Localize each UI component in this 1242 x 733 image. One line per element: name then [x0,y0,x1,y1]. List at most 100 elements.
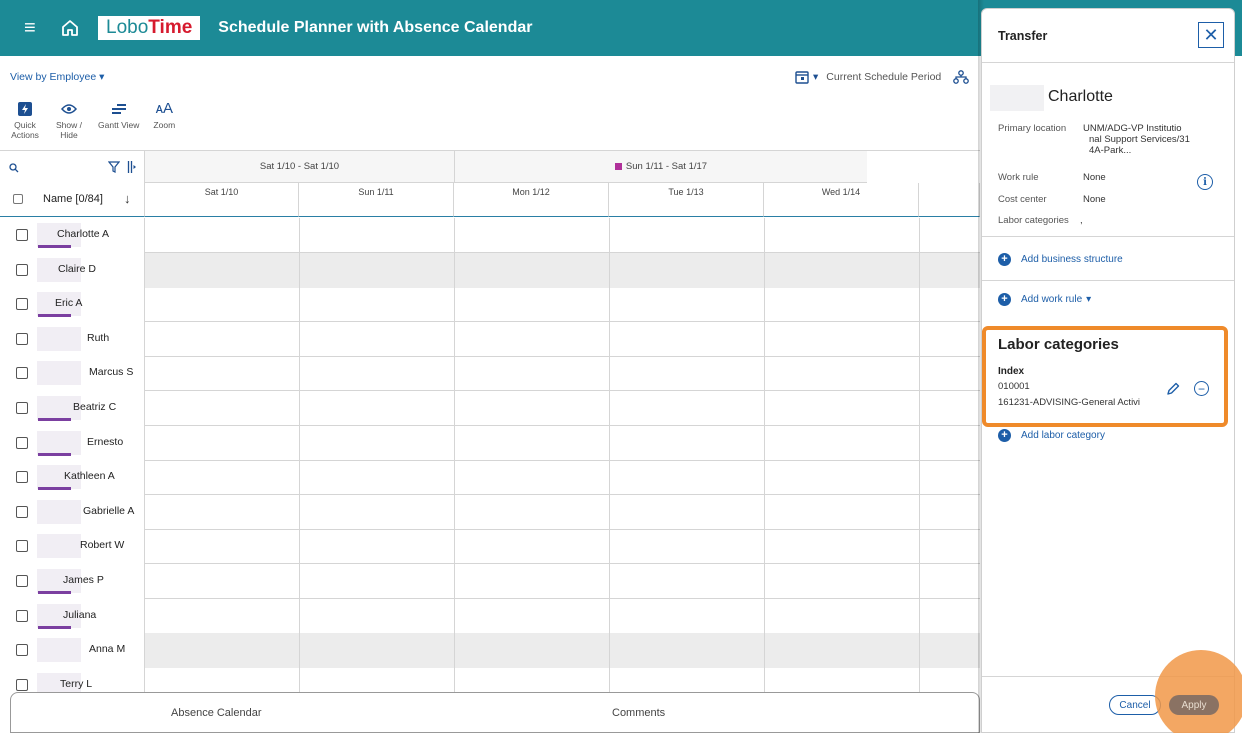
employee-cell[interactable]: Marcus S [0,356,145,392]
employee-name[interactable]: Ernesto [87,436,123,448]
schedule-cells[interactable] [145,564,980,599]
add-labor-category-button[interactable]: + Add labor category [998,429,1105,442]
employee-name[interactable]: Terry L [60,678,92,690]
sort-arrow-icon[interactable]: ↓ [124,191,131,206]
apply-button[interactable]: Apply [1169,695,1219,715]
row-checkbox[interactable] [16,332,28,345]
employee-name[interactable]: Gabrielle A [83,505,134,517]
cancel-button[interactable]: Cancel [1109,695,1161,715]
row-checkbox[interactable] [16,436,28,449]
employee-cell[interactable]: Kathleen A [0,460,145,496]
employee-name[interactable]: Beatriz C [73,401,116,413]
employee-cell[interactable]: James P [0,564,145,599]
row-checkbox[interactable] [16,644,28,657]
employee-name[interactable]: Robert W [80,539,124,551]
employee-cell[interactable]: Robert W [0,529,145,565]
row-checkbox[interactable] [16,263,28,276]
schedule-cells[interactable] [145,218,980,253]
name-column-header[interactable]: Name [0/84] [43,193,103,205]
add-work-rule-button[interactable]: + Add work rule ▾ [998,293,1091,306]
row-checkbox[interactable] [16,575,28,587]
row-checkbox[interactable] [16,609,28,622]
employee-cell[interactable]: Charlotte A [0,218,145,253]
employee-name[interactable]: Eric A [55,297,82,309]
info-icon[interactable]: i [1197,174,1213,190]
select-all-checkbox[interactable] [13,194,23,204]
employee-cell[interactable]: Eric A [0,287,145,323]
employee-name[interactable]: Ruth [87,332,109,344]
index-value: 010001 [998,381,1030,392]
table-row[interactable]: Kathleen A [0,460,980,496]
table-row[interactable]: Anna M [0,633,980,669]
employee-name[interactable]: Marcus S [89,366,133,378]
grid-line [454,460,455,496]
filter-icon[interactable] [108,161,120,173]
home-icon[interactable] [60,18,80,38]
schedule-cells[interactable] [145,321,980,357]
tab-comments[interactable]: Comments [612,707,665,719]
table-row[interactable]: Claire D [0,252,980,288]
table-row[interactable]: Terry L [0,667,980,695]
row-checkbox[interactable] [16,229,28,241]
row-checkbox[interactable] [16,540,28,553]
employee-name[interactable]: Charlotte A [57,228,109,240]
schedule-cells[interactable] [145,598,980,634]
schedule-cells[interactable] [145,667,980,695]
employee-cell[interactable]: Ruth [0,321,145,357]
employee-cell[interactable]: Juliana [0,598,145,634]
grid-line [919,598,920,634]
row-checkbox[interactable] [16,505,28,518]
schedule-cells[interactable] [145,391,980,426]
table-row[interactable]: Ernesto [0,425,980,461]
remove-icon[interactable]: − [1194,381,1209,396]
row-checkbox[interactable] [16,402,28,414]
schedule-cells[interactable] [145,425,980,461]
table-row[interactable]: Marcus S [0,356,980,392]
gantt-view-button[interactable]: Gantt View [98,100,139,140]
zoom-button[interactable]: ᴀA Zoom [153,100,175,140]
hierarchy-icon[interactable] [953,70,970,84]
employee-name[interactable]: Anna M [89,643,125,655]
table-row[interactable]: Juliana [0,598,980,634]
row-checkbox[interactable] [16,471,28,484]
schedule-cells[interactable] [145,529,980,565]
schedule-period-selector[interactable]: ▾ Current Schedule Period [795,70,970,84]
schedule-cells[interactable] [145,356,980,392]
table-row[interactable]: Charlotte A [0,218,980,253]
schedule-cells[interactable] [145,494,980,530]
quick-actions-button[interactable]: Quick Actions [10,100,40,140]
add-business-structure-button[interactable]: + Add business structure [998,253,1123,266]
table-row[interactable]: James P [0,564,980,599]
employee-cell[interactable]: Terry L [0,667,145,695]
collapse-columns-icon[interactable] [127,161,137,173]
search-icon[interactable] [9,163,19,173]
show-hide-button[interactable]: Show / Hide [54,100,84,140]
employee-cell[interactable]: Claire D [0,252,145,288]
table-row[interactable]: Ruth [0,321,980,357]
employee-cell[interactable]: Ernesto [0,425,145,461]
row-checkbox[interactable] [16,678,28,691]
menu-icon[interactable]: ≡ [24,17,44,40]
employee-name[interactable]: Juliana [63,609,96,621]
schedule-cells[interactable] [145,460,980,496]
table-row[interactable]: Gabrielle A [0,494,980,530]
row-checkbox[interactable] [16,298,28,311]
primary-location-value-2: nal Support Services/31 [1089,134,1190,145]
schedule-cells[interactable] [145,633,980,669]
employee-cell[interactable]: Beatriz C [0,391,145,426]
table-row[interactable]: Eric A [0,287,980,323]
pencil-icon[interactable] [1166,382,1180,396]
table-row[interactable]: Robert W [0,529,980,565]
employee-name[interactable]: Claire D [58,263,96,275]
row-checkbox[interactable] [16,367,28,380]
employee-name[interactable]: James P [63,574,104,586]
employee-cell[interactable]: Anna M [0,633,145,669]
view-by-dropdown[interactable]: View by Employee ▾ [10,71,104,83]
close-button[interactable]: ✕ [1198,22,1224,48]
employee-name[interactable]: Kathleen A [64,470,115,482]
tab-absence-calendar[interactable]: Absence Calendar [171,707,262,719]
schedule-cells[interactable] [145,287,980,323]
schedule-cells[interactable] [145,252,980,288]
table-row[interactable]: Beatriz C [0,391,980,426]
employee-cell[interactable]: Gabrielle A [0,494,145,530]
